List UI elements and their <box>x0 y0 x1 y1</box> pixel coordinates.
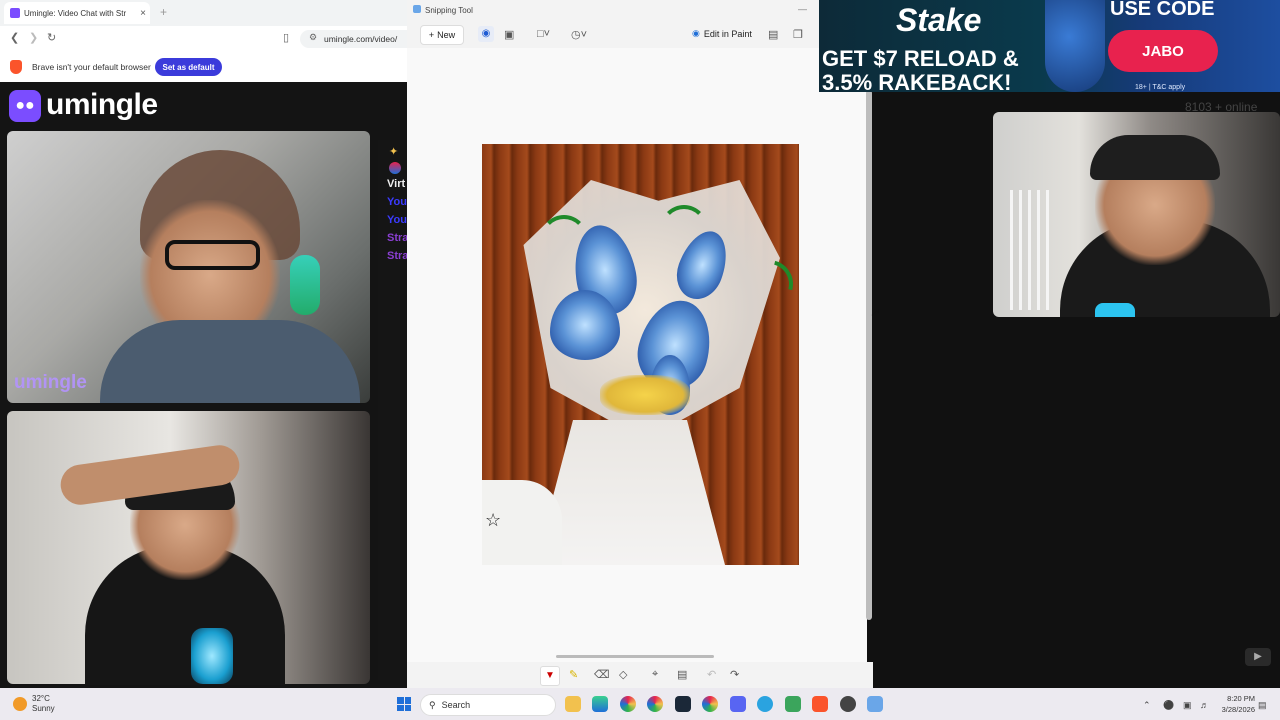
drawing-toolbar <box>407 662 873 688</box>
ad-code-button[interactable]: JABO <box>1108 30 1218 72</box>
new-snip-button[interactable]: + New <box>420 25 464 45</box>
search-icon: ⚲ <box>429 699 436 710</box>
windows-start-icon[interactable] <box>397 697 411 711</box>
rectangle-mode-icon[interactable]: □˅ <box>537 28 550 40</box>
clock-date[interactable]: 3/28/2026 <box>1213 705 1255 714</box>
shapes-icon[interactable]: ◇ <box>619 668 627 681</box>
chat-line: Stra <box>387 250 407 262</box>
steam-icon[interactable] <box>675 696 691 712</box>
set-as-default-button[interactable]: Set as default <box>155 58 222 76</box>
close-tab-icon[interactable]: × <box>136 8 150 19</box>
back-icon[interactable]: ❮ <box>10 31 19 44</box>
smart-speaker-light <box>1095 303 1135 317</box>
infobar-message: Brave isn't your default browser <box>32 62 151 72</box>
umingle-favicon-icon <box>10 8 20 18</box>
yellow-flowers <box>600 375 690 415</box>
snipping-toolbar <box>407 20 819 48</box>
microphone-icon[interactable]: ⚫ <box>1163 700 1174 711</box>
chat-line: Virt <box>387 178 406 190</box>
bookmark-icon[interactable]: ▯ <box>283 31 289 44</box>
edge-icon[interactable] <box>592 696 608 712</box>
chat-line: You <box>387 196 407 208</box>
text-actions-icon[interactable]: ▤ <box>677 668 687 681</box>
copy-icon[interactable]: ❐ <box>793 28 803 41</box>
avatar <box>389 162 401 174</box>
baby-gate <box>1010 190 1055 310</box>
chat-line: Stra <box>387 232 407 244</box>
mouse-cursor-icon: ↗ <box>870 305 881 319</box>
brave-icon[interactable] <box>812 696 828 712</box>
undo-icon[interactable]: ↶ <box>707 668 716 681</box>
video-watermark: umingle <box>14 372 87 393</box>
umingle-logo-icon: ●● <box>9 90 41 122</box>
browser-tab-title: Umingle: Video Chat with Str <box>24 8 127 18</box>
obs-icon[interactable] <box>840 696 856 712</box>
snip-mode-camera-icon[interactable]: ◉ <box>478 26 494 42</box>
smart-speaker-light <box>191 628 233 684</box>
next-icon[interactable]: ▶ <box>1245 648 1271 666</box>
snipping-tool-icon <box>413 5 421 13</box>
site-logo[interactable]: umingle <box>46 88 158 122</box>
redo-icon[interactable]: ↷ <box>730 668 739 681</box>
chrome-profile-icon[interactable] <box>647 696 663 712</box>
file-explorer-icon[interactable] <box>565 696 581 712</box>
edit-in-paint-label: Edit in Paint <box>703 28 752 39</box>
chat-line: You <box>387 214 407 226</box>
highlighter-icon[interactable]: ✎ <box>569 668 578 681</box>
stranger-shirt <box>100 320 360 403</box>
browser-tab[interactable]: Umingle: Video Chat with Str × <box>4 2 150 24</box>
taskbar-search[interactable]: ⚲ Search <box>420 694 556 716</box>
ad-terms: 18+ | T&C apply <box>1135 84 1186 91</box>
chevron-up-icon[interactable]: ⌃ <box>1143 700 1151 711</box>
clock-time[interactable]: 8:20 PM <box>1225 694 1255 703</box>
chrome-alt-icon[interactable] <box>702 696 718 712</box>
chrome-icon[interactable] <box>620 696 636 712</box>
video-record-icon[interactable]: ▣ <box>504 28 514 41</box>
new-snip-label: New <box>437 30 456 40</box>
paint-icon: ◉ <box>692 28 700 38</box>
notification-icon[interactable]: ▤ <box>1258 700 1267 711</box>
star-icon: ☆ <box>485 510 502 530</box>
brave-logo-icon <box>10 60 22 74</box>
stranger-glasses <box>165 240 260 270</box>
vertical-scrollbar[interactable] <box>866 90 872 620</box>
site-settings-icon[interactable]: ⚙ <box>309 32 317 43</box>
sparkle-icon: ✦ <box>389 146 399 158</box>
ad-headline-1: GET $7 RELOAD & <box>822 46 1019 71</box>
minimize-icon[interactable]: — <box>798 4 807 14</box>
reload-icon[interactable]: ↻ <box>47 31 56 44</box>
messenger-icon[interactable] <box>785 696 801 712</box>
forward-icon[interactable]: ❯ <box>29 31 38 44</box>
ballpoint-pen-icon[interactable]: ▼ <box>540 666 560 686</box>
weather-condition: Sunny <box>32 704 55 713</box>
sun-icon[interactable] <box>13 697 27 711</box>
edit-in-paint-button[interactable]: ◉ Edit in Paint <box>692 28 752 39</box>
crop-icon[interactable]: ⌖ <box>652 668 658 681</box>
search-label: Search <box>441 700 471 710</box>
new-tab-icon[interactable]: + <box>160 5 167 19</box>
snipping-tool-title: Snipping Tool <box>425 6 473 15</box>
discord-icon[interactable] <box>730 696 746 712</box>
telegram-icon[interactable] <box>757 696 773 712</box>
ball-graphic <box>1045 0 1105 92</box>
taskbar <box>0 688 1280 720</box>
ad-use-code: USE CODE <box>1110 0 1215 20</box>
snipping-tool-taskbar-icon[interactable] <box>867 696 883 712</box>
speaker-icon[interactable]: ♬ <box>1200 700 1209 710</box>
headset-light <box>290 255 320 315</box>
horizontal-scrollbar[interactable] <box>556 655 714 658</box>
partner-hair <box>1090 135 1220 180</box>
weather-temp: 32°C <box>32 694 50 703</box>
delay-icon[interactable]: ◷˅ <box>571 28 587 41</box>
ad-brand: Stake <box>896 2 982 38</box>
eraser-icon[interactable]: ⌫ <box>594 668 610 681</box>
plus-icon: + <box>428 30 435 40</box>
save-icon[interactable]: ▤ <box>768 28 778 41</box>
display-icon[interactable]: ▣ <box>1183 700 1192 711</box>
ad-headline-2: 3.5% RAKEBACK! <box>822 70 1012 95</box>
